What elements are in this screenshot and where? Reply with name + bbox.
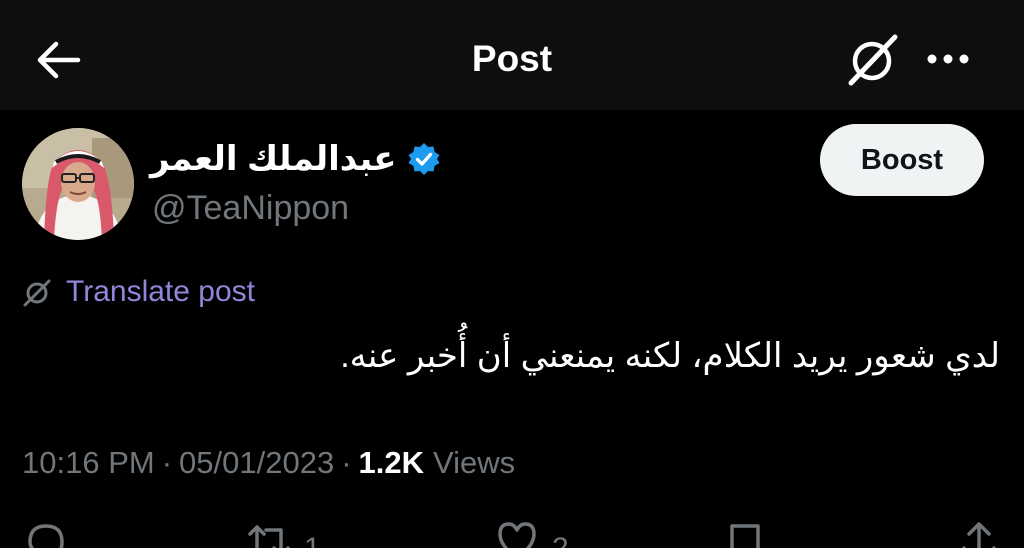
boost-button[interactable]: Boost (820, 124, 984, 196)
like-button[interactable]: 2 (494, 518, 569, 548)
grok-icon (848, 34, 898, 86)
post-actions-bar: 1 2 (0, 510, 1024, 548)
heart-icon (498, 522, 536, 548)
post-time: 10:16 PM (22, 445, 155, 480)
translate-post-link[interactable]: Translate post (22, 272, 255, 312)
verified-badge-icon (408, 143, 439, 175)
bookmark-icon (730, 524, 760, 548)
author-handle[interactable]: @TeaNippon (152, 186, 349, 230)
translate-icon (23, 279, 51, 307)
meta-separator: · (341, 445, 352, 480)
reply-icon (28, 524, 64, 548)
like-count: 2 (552, 526, 569, 548)
more-options-button[interactable] (921, 44, 975, 74)
share-button[interactable] (956, 518, 1002, 548)
repost-icon (248, 525, 290, 548)
meta-separator: · (161, 445, 173, 480)
repost-count: 1 (304, 526, 321, 548)
share-icon (962, 522, 996, 548)
bookmark-button[interactable] (722, 518, 768, 548)
post-text: لدي شعور يريد الكلام، لكنه يمنعني أن أُخ… (340, 337, 1000, 375)
views-count: 1.2K (358, 445, 424, 480)
post-metadata: 10:16 PM · 05/01/2023 · 1.2K Views (22, 440, 515, 486)
author-name-row[interactable]: عبدالملك العمر (150, 134, 441, 184)
more-horizontal-icon (927, 54, 969, 64)
reply-button[interactable] (22, 518, 68, 548)
avatar[interactable] (22, 128, 134, 240)
translate-post-label: Translate post (66, 275, 255, 308)
grok-button[interactable] (843, 33, 901, 87)
top-bar: Post (0, 0, 1024, 110)
post-date: 05/01/2023 (179, 445, 335, 480)
views-label: Views (433, 445, 516, 480)
author-display-name[interactable]: عبدالملك العمر (150, 134, 397, 184)
repost-button[interactable]: 1 (246, 518, 321, 548)
